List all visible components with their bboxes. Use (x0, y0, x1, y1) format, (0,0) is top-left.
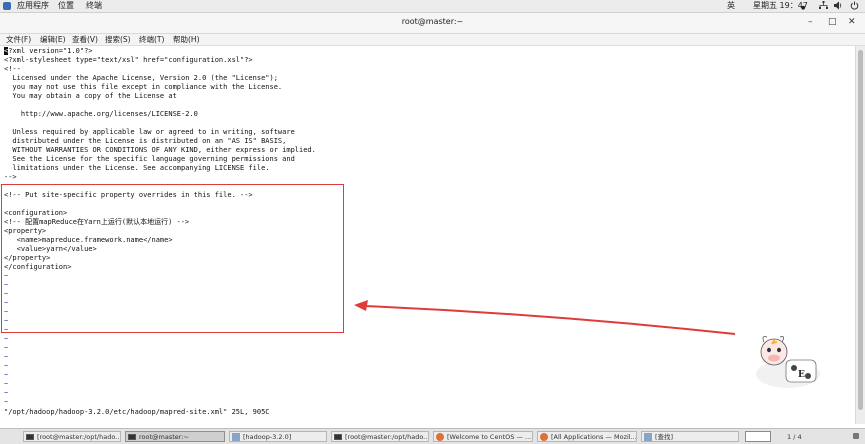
menu-view[interactable]: 查看(V) (72, 34, 98, 45)
editor-line: <?xml-stylesheet type="text/xsl" href="c… (4, 56, 253, 64)
editor-line: <?xml version="1.0"?> (4, 47, 93, 55)
empty-line-tilde: ~ (4, 398, 9, 406)
taskbar-item-firefox-apps[interactable]: [All Applications — Mozil... (537, 431, 637, 442)
taskbar-item-hadoop-folder[interactable]: [hadoop-3.2.0] (229, 431, 327, 442)
apps-menu-icon[interactable] (3, 2, 11, 10)
window-list-taskbar: [root@master:/opt/hado... root@master:~ … (0, 428, 865, 444)
empty-line-tilde: ~ (4, 344, 9, 352)
terminal-icon (334, 434, 342, 440)
notification-icon[interactable] (853, 433, 859, 439)
places-menu[interactable]: 位置 (58, 1, 74, 11)
editor-line: You may obtain a copy of the License at (4, 92, 177, 100)
empty-line-tilde: ~ (4, 353, 9, 361)
menu-terminal[interactable]: 终端(T) (139, 34, 164, 45)
firefox-icon (540, 433, 548, 441)
editor-line: Unless required by applicable law or agr… (4, 128, 295, 136)
empty-line-tilde: ~ (4, 335, 9, 343)
cow-mascot-sticker: E (756, 336, 820, 388)
empty-line-tilde: ~ (4, 380, 9, 388)
taskbar-item-terminal-root[interactable]: root@master:~ (125, 431, 225, 442)
editor-line: Licensed under the Apache License, Versi… (4, 74, 278, 82)
editor-line: limitations under the License. See accom… (4, 164, 270, 172)
editor-line: distributed under the License is distrib… (4, 137, 287, 145)
network-icon[interactable] (819, 1, 828, 13)
search-window-icon (644, 433, 652, 441)
taskbar-item-terminal-hadoop-2[interactable]: [root@master:/opt/hado... (331, 431, 429, 442)
scrollbar-thumb[interactable] (858, 50, 863, 410)
folder-icon (232, 433, 240, 441)
svg-text:E: E (798, 370, 805, 380)
maximize-button[interactable]: □ (828, 17, 837, 28)
menu-help[interactable]: 帮助(H) (173, 34, 200, 45)
power-icon[interactable] (850, 1, 859, 13)
editor-line: http://www.apache.org/licenses/LICENSE-2… (4, 110, 198, 118)
clock-dot-icon: ● (801, 5, 806, 11)
editor-line: WITHOUT WARRANTIES OR CONDITIONS OF ANY … (4, 146, 316, 154)
empty-line-tilde: ~ (4, 371, 9, 379)
terminal-icon (26, 434, 34, 440)
empty-line-tilde: ~ (4, 362, 9, 370)
window-title-bar[interactable]: root@master:~ – □ ✕ (0, 13, 865, 34)
editor-line: you may not use this file except in comp… (4, 83, 283, 91)
window-title: root@master:~ (401, 17, 464, 26)
clock[interactable]: 星期五 19：47 (753, 1, 808, 11)
close-button[interactable]: ✕ (848, 17, 856, 28)
editor-line: See the License for the specific languag… (4, 155, 295, 163)
volume-icon[interactable] (834, 1, 843, 13)
taskbar-item-terminal-hadoop-1[interactable]: [root@master:/opt/hado... (23, 431, 121, 442)
taskbar-item-search[interactable]: [查找] (641, 431, 739, 442)
vim-status-line: "/opt/hadoop/hadoop-3.2.0/etc/hadoop/map… (4, 408, 270, 416)
workspace-indicator[interactable]: 1 / 4 (787, 432, 802, 442)
apps-menu[interactable]: 应用程序 (17, 1, 49, 11)
terminal-icon (128, 434, 136, 440)
menu-edit[interactable]: 编辑(E) (40, 34, 66, 45)
workspace-pager[interactable] (745, 431, 771, 442)
menu-search[interactable]: 搜索(S) (105, 34, 131, 45)
firefox-icon (436, 433, 444, 441)
terminal-scrollbar[interactable] (855, 46, 865, 424)
terminal-menu-bar: 文件(F) 编辑(E) 查看(V) 搜索(S) 终端(T) 帮助(H) (0, 34, 865, 46)
minimize-button[interactable]: – (808, 17, 813, 28)
taskbar-item-firefox-centos[interactable]: [Welcome to CentOS — ... (433, 431, 533, 442)
input-language-indicator[interactable]: 英 (727, 1, 735, 11)
editor-line: --> (4, 173, 17, 181)
highlight-box (1, 184, 344, 333)
empty-line-tilde: ~ (4, 389, 9, 397)
annotation-arrow (354, 300, 736, 335)
terminal-app-menu[interactable]: 终端 (86, 1, 102, 11)
editor-line: <!-- (4, 65, 21, 73)
menu-file[interactable]: 文件(F) (6, 34, 31, 45)
gnome-top-bar: 应用程序 位置 终端 英 星期五 19：47 ● (0, 0, 865, 13)
